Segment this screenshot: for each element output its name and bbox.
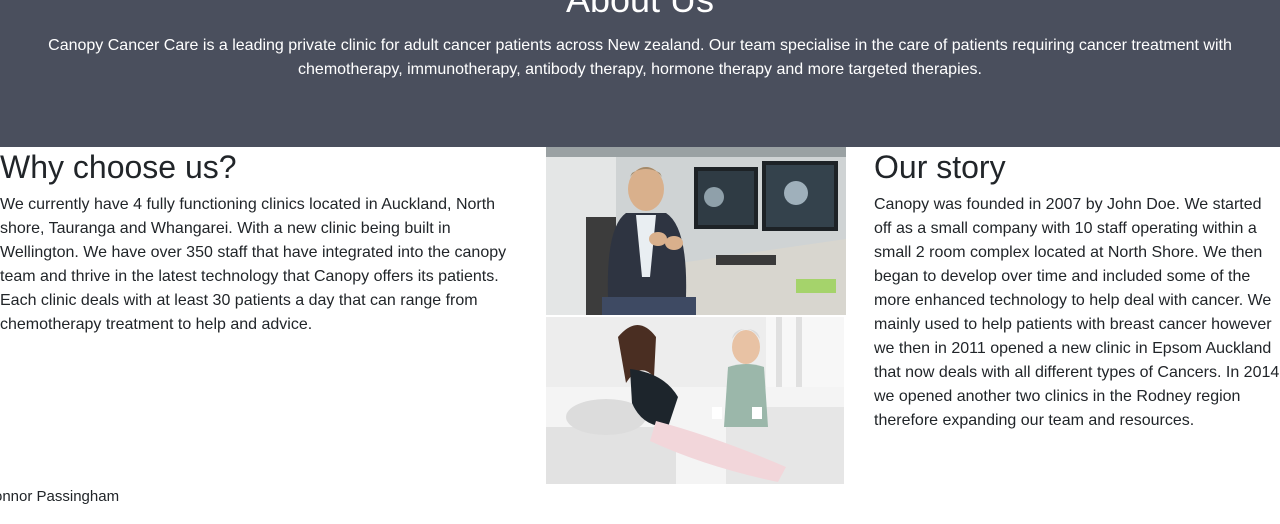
doctor-photo (546, 147, 846, 315)
about-title: About Us (0, 0, 1280, 20)
why-choose-title: Why choose us? (0, 149, 237, 185)
our-story-text: Canopy was founded in 2007 by John Doe. … (874, 196, 1280, 429)
about-hero: About Us Canopy Cancer Care is a leading… (0, 0, 1280, 147)
why-choose-text: We currently have 4 fully functioning cl… (0, 196, 507, 333)
about-description: Canopy Cancer Care is a leading private … (48, 37, 1232, 78)
patient-consultation-photo (546, 317, 844, 484)
footer-author-name: onnor Passingham (0, 488, 120, 505)
our-story-title: Our story (874, 149, 1006, 185)
